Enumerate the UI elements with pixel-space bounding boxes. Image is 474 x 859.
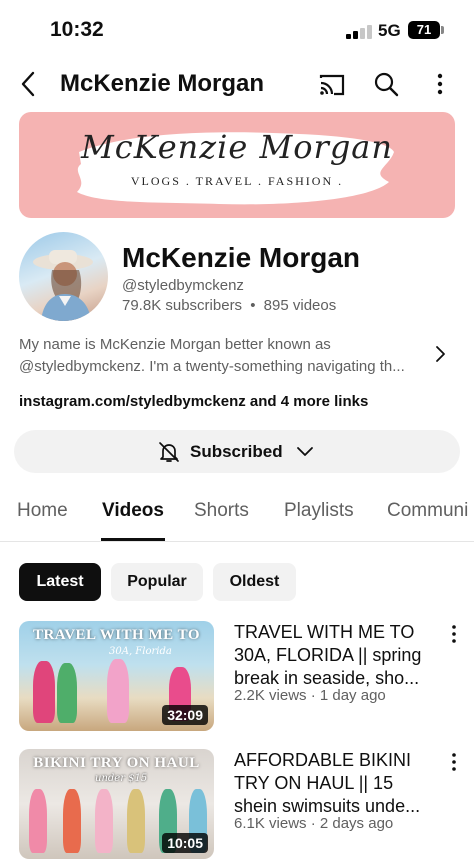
video-title-line-2: TRY ON HAUL || 15 xyxy=(234,773,394,793)
video-meta: 2.2K views · 1 day ago xyxy=(234,687,386,704)
subscriber-count: 79.8K subscribers xyxy=(122,297,243,314)
banner-logo-script: McKenzie Morgan xyxy=(81,128,393,166)
channel-stats: 79.8K subscribers • 895 videos xyxy=(122,297,336,314)
video-title[interactable]: TRAVEL WITH ME TO 30A, FLORIDA || spring… xyxy=(234,621,439,690)
top-bar-title: McKenzie Morgan xyxy=(60,70,265,97)
top-app-bar: McKenzie Morgan xyxy=(0,62,474,108)
tab-home[interactable]: Home xyxy=(17,500,68,522)
channel-links[interactable]: instagram.com/styledbymckenz and 4 more … xyxy=(19,393,368,410)
network-label: 5G xyxy=(378,21,401,40)
battery-cap xyxy=(441,26,444,34)
status-bar: 10:32 5G 71 xyxy=(0,0,474,62)
bell-off-icon xyxy=(157,440,181,464)
tab-community[interactable]: Communi xyxy=(387,500,468,522)
video-title-line-1: TRAVEL WITH ME TO xyxy=(234,622,415,642)
video-title-line-1: AFFORDABLE BIKINI xyxy=(234,750,412,770)
more-vert-icon[interactable] xyxy=(426,70,454,98)
channel-handle: @styledbymckenz xyxy=(122,277,244,294)
channel-banner: McKenzie Morgan VLOGS . TRAVEL . FASHION… xyxy=(19,112,455,218)
video-item[interactable]: BIKINI TRY ON HAUL under $15 10:05 AFFOR… xyxy=(19,749,474,859)
chip-oldest[interactable]: Oldest xyxy=(213,563,296,601)
subscribed-button[interactable]: Subscribed xyxy=(14,430,460,473)
video-duration: 10:05 xyxy=(162,833,208,853)
thumbnail-title-text: TRAVEL WITH ME TO xyxy=(32,627,201,643)
stats-separator: • xyxy=(250,297,256,314)
tab-videos[interactable]: Videos xyxy=(102,500,164,522)
video-title[interactable]: AFFORDABLE BIKINI TRY ON HAUL || 15 shei… xyxy=(234,749,439,818)
video-meta: 6.1K views · 2 days ago xyxy=(234,815,394,832)
thumbnail-subtitle-text: under $15 xyxy=(95,773,148,784)
tab-shorts[interactable]: Shorts xyxy=(194,500,249,522)
back-arrow-icon[interactable] xyxy=(14,69,44,99)
video-thumbnail[interactable]: BIKINI TRY ON HAUL under $15 10:05 xyxy=(19,749,214,859)
chip-popular[interactable]: Popular xyxy=(111,563,203,601)
video-title-line-2: 30A, FLORIDA || spring xyxy=(234,645,422,665)
chevron-down-icon xyxy=(296,444,314,460)
more-vert-icon[interactable] xyxy=(443,751,465,773)
video-thumbnail[interactable]: TRAVEL WITH ME TO 30A, Florida 32:09 xyxy=(19,621,214,731)
search-icon[interactable] xyxy=(372,70,400,98)
channel-avatar[interactable] xyxy=(19,232,108,321)
channel-tabs: Home Videos Shorts Playlists Communi xyxy=(0,490,474,542)
chevron-right-icon[interactable] xyxy=(430,344,450,364)
thumbnail-subtitle-text: 30A, Florida xyxy=(109,646,172,657)
video-item[interactable]: TRAVEL WITH ME TO 30A, Florida 32:09 TRA… xyxy=(19,621,474,731)
signal-icon xyxy=(346,25,372,39)
battery-icon: 71 xyxy=(408,21,440,39)
subscribed-label: Subscribed xyxy=(190,442,283,461)
thumbnail-title-text: BIKINI TRY ON HAUL xyxy=(33,755,200,771)
channel-name: McKenzie Morgan xyxy=(122,242,361,273)
cast-icon[interactable] xyxy=(318,71,346,99)
active-tab-indicator xyxy=(101,538,165,541)
status-time: 10:32 xyxy=(50,18,104,41)
description-line-1: My name is McKenzie Morgan better known … xyxy=(19,336,331,353)
banner-tagline: VLOGS . TRAVEL . FASHION . xyxy=(130,174,344,188)
video-duration: 32:09 xyxy=(162,705,208,725)
chip-latest[interactable]: Latest xyxy=(19,563,101,601)
more-vert-icon[interactable] xyxy=(443,623,465,645)
tab-playlists[interactable]: Playlists xyxy=(284,500,354,522)
description-line-2: @styledbymckenz. I'm a twenty-something … xyxy=(19,358,405,375)
channel-description[interactable]: My name is McKenzie Morgan better known … xyxy=(19,334,423,378)
video-count: 895 videos xyxy=(263,297,337,314)
